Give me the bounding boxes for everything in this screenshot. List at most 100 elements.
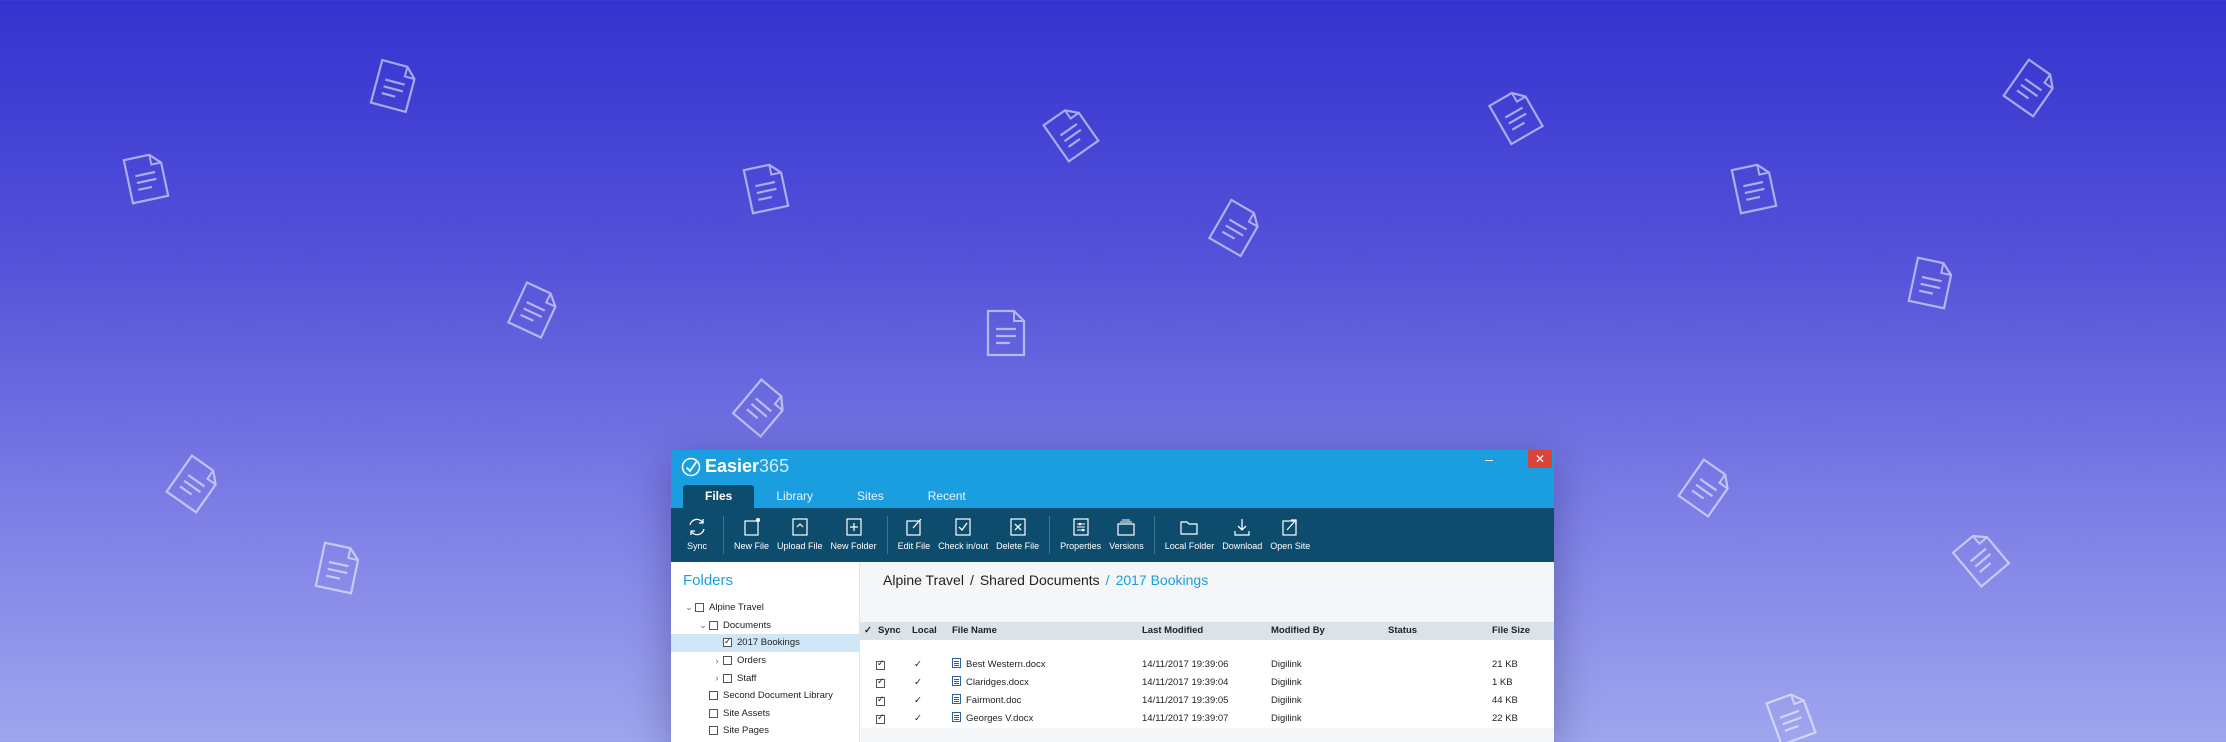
document-icon [115, 145, 178, 211]
tab-recent[interactable]: Recent [906, 485, 988, 508]
tree-checkbox[interactable] [709, 708, 718, 718]
tree-checkbox[interactable] [709, 691, 718, 701]
new-folder-label: New Folder [830, 541, 877, 551]
file-name-cell[interactable]: Georges V.docx [952, 710, 1033, 728]
sync-checkbox[interactable] [876, 695, 885, 706]
tab-library[interactable]: Library [754, 485, 835, 508]
header-sync[interactable]: Sync [878, 622, 901, 640]
chevron-right-icon[interactable]: › [711, 656, 723, 666]
main-tabs: Files Library Sites Recent [683, 485, 988, 508]
check-in-out-button[interactable]: Check in/out [934, 508, 992, 551]
document-icon [1994, 50, 2069, 126]
file-name-cell[interactable]: Claridges.docx [952, 674, 1029, 692]
sync-checkbox[interactable] [876, 713, 885, 724]
header-status[interactable]: Status [1388, 622, 1417, 640]
tree-item-orders[interactable]: › Orders [671, 652, 859, 670]
ribbon-separator [1153, 516, 1155, 554]
local-status-icon: ✓ [914, 659, 922, 670]
local-folder-label: Local Folder [1164, 541, 1215, 551]
download-icon [1234, 519, 1250, 536]
select-all-header[interactable]: ✓ [864, 622, 872, 640]
delete-file-button[interactable]: Delete File [992, 508, 1043, 551]
document-icon [1943, 520, 2019, 596]
modified-by-cell: Digilink [1271, 695, 1302, 706]
modified-by-cell: Digilink [1271, 713, 1302, 724]
tree-item-label: 2017 Bookings [737, 637, 800, 649]
header-modified-by[interactable]: Modified By [1271, 622, 1325, 640]
header-file-size[interactable]: File Size [1492, 622, 1530, 640]
breadcrumb-shared-documents[interactable]: Shared Documents [980, 572, 1100, 588]
file-name-cell[interactable]: Fairmont.doc [952, 692, 1021, 710]
tab-sites[interactable]: Sites [835, 485, 906, 508]
header-file-name[interactable]: File Name [952, 622, 997, 640]
document-icon [1669, 450, 1744, 526]
new-file-button[interactable]: New File [730, 508, 773, 551]
upload-icon [792, 518, 808, 536]
tree-checkbox[interactable] [723, 673, 732, 683]
document-icon [499, 274, 570, 347]
check-in-out-label: Check in/out [938, 541, 989, 551]
breadcrumb-alpine-travel[interactable]: Alpine Travel [883, 572, 964, 588]
modified-by-cell: Digilink [1271, 659, 1302, 670]
word-document-icon [952, 676, 961, 686]
table-header: ✓ Sync Local File Name Last Modified Mod… [860, 622, 1554, 640]
tree-checkbox[interactable] [723, 656, 732, 666]
tree-item-alpine-travel[interactable]: ⌄ Alpine Travel [671, 599, 859, 617]
table-row[interactable]: ✓ Fairmont.doc 14/11/2017 19:39:05 Digilink… [860, 692, 1554, 710]
document-icon [1479, 79, 1552, 153]
table-row[interactable]: ✓ Georges V.docx 14/11/2017 19:39:07 Digili… [860, 710, 1554, 728]
tree-item-second-document-library[interactable]: Second Document Library [671, 687, 859, 705]
tree-checkbox[interactable] [695, 603, 704, 613]
header-last-modified[interactable]: Last Modified [1142, 622, 1203, 640]
tree-item-site-assets[interactable]: Site Assets [671, 705, 859, 723]
download-button[interactable]: Download [1218, 508, 1266, 551]
upload-file-label: Upload File [777, 541, 823, 551]
open-site-button[interactable]: Open Site [1266, 508, 1314, 551]
versions-label: Versions [1109, 541, 1144, 551]
new-folder-button[interactable]: New Folder [827, 508, 881, 551]
header-local[interactable]: Local [912, 622, 937, 640]
last-modified-cell: 14/11/2017 19:39:04 [1142, 677, 1229, 688]
properties-label: Properties [1060, 541, 1102, 551]
edit-file-button[interactable]: Edit File [894, 508, 935, 551]
minimize-button[interactable]: – [1478, 452, 1500, 470]
local-status-icon: ✓ [914, 695, 922, 706]
upload-file-button[interactable]: Upload File [773, 508, 827, 551]
document-icon [980, 305, 1032, 361]
sync-checkbox[interactable] [876, 677, 885, 688]
tree-item-documents[interactable]: ⌄ Documents [671, 617, 859, 635]
breadcrumb-separator: / [969, 572, 974, 588]
local-folder-button[interactable]: Local Folder [1161, 508, 1219, 551]
tree-item-label: Orders [737, 655, 767, 667]
tree-checkbox[interactable] [709, 726, 718, 736]
sync-checkbox[interactable] [876, 659, 885, 670]
title-bar: Easier365 – ✕ Files Library Sites Recent [671, 450, 1554, 508]
sync-button[interactable]: Sync [677, 508, 717, 551]
file-list-pane: Alpine Travel / Shared Documents / 2017 Book… [860, 562, 1554, 742]
tree-item-site-pages[interactable]: Site Pages [671, 722, 859, 740]
tree-item-staff[interactable]: › Staff [671, 669, 859, 687]
table-row[interactable]: ✓ Best Western.docx 14/11/2017 19:39:06 Dig… [860, 656, 1554, 674]
table-row[interactable]: ✓ Claridges.docx 14/11/2017 19:39:04 Digili… [860, 674, 1554, 692]
delete-icon [1010, 518, 1026, 536]
open-site-label: Open Site [1270, 541, 1311, 551]
tree-item-2017-bookings[interactable]: 2017 Bookings [671, 634, 859, 652]
document-icon [157, 446, 232, 522]
chevron-down-icon[interactable]: ⌄ [697, 620, 709, 631]
document-icon [1723, 155, 1786, 221]
last-modified-cell: 14/11/2017 19:39:07 [1142, 713, 1229, 724]
document-icon [1199, 191, 1272, 265]
last-modified-cell: 14/11/2017 19:39:05 [1142, 695, 1229, 706]
file-name-cell[interactable]: Best Western.docx [952, 656, 1046, 674]
versions-button[interactable]: Versions [1105, 508, 1148, 551]
new-file-icon [743, 518, 760, 536]
tree-checkbox[interactable] [709, 620, 718, 630]
content-area: Folders ⌄ Alpine Travel ⌄ Documents 2017… [671, 562, 1554, 742]
tab-files[interactable]: Files [683, 485, 755, 508]
chevron-down-icon[interactable]: ⌄ [683, 602, 695, 613]
close-button[interactable]: ✕ [1528, 450, 1552, 468]
tree-checkbox[interactable] [723, 636, 732, 648]
tree-item-label: Staff [737, 672, 757, 684]
properties-button[interactable]: Properties [1056, 508, 1105, 551]
chevron-right-icon[interactable]: › [711, 673, 723, 683]
